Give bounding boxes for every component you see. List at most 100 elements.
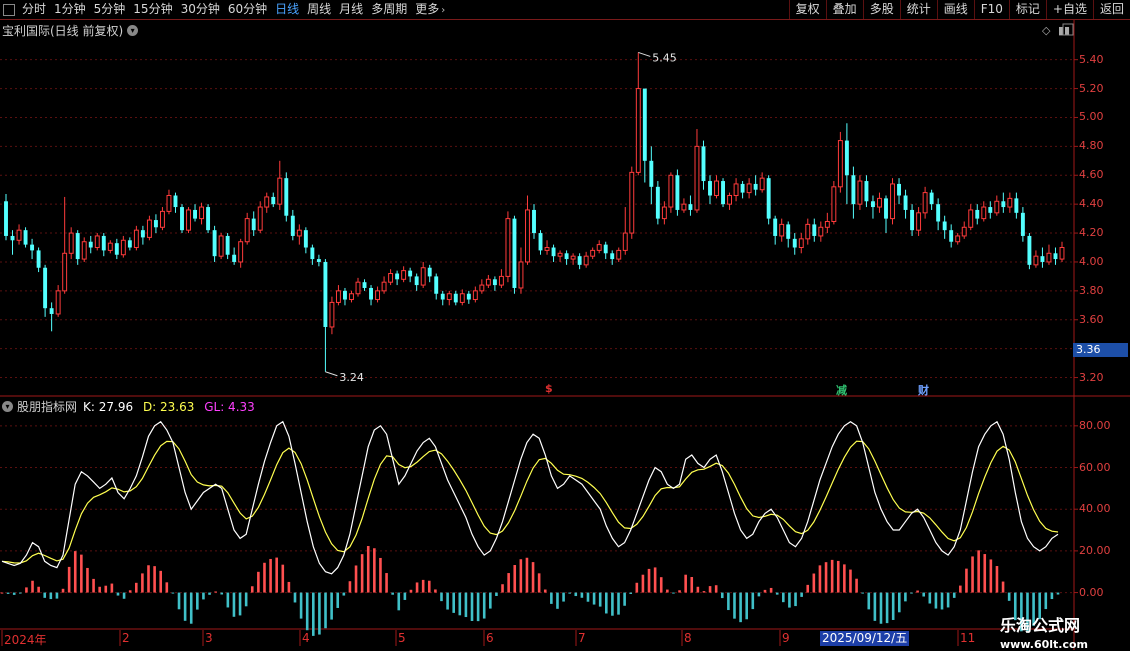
histogram-bar — [336, 592, 340, 608]
candle-body-up — [479, 284, 485, 292]
histogram-bar — [25, 587, 28, 593]
histogram-bar — [391, 592, 394, 595]
candle-body-down — [440, 293, 445, 300]
histogram-bar — [134, 582, 138, 593]
candle-body-down — [23, 230, 28, 245]
histogram-bar — [1056, 592, 1060, 595]
candle-body-up — [877, 197, 882, 208]
candle-body-up — [629, 171, 635, 234]
candle-body-up — [525, 209, 530, 263]
histogram-bar — [922, 592, 926, 597]
histogram-bar — [489, 592, 492, 609]
event-dividend[interactable]: $ — [545, 382, 553, 395]
candle-body-down — [577, 256, 582, 265]
histogram-bar — [788, 592, 791, 608]
histogram-bar — [189, 592, 193, 624]
candle-body-down — [949, 230, 954, 242]
histogram-bar — [80, 554, 83, 593]
candle-body-up — [1033, 255, 1039, 266]
candle-body-down — [101, 235, 106, 251]
event-finance[interactable]: 财 — [918, 382, 929, 398]
candle-body-up — [401, 270, 407, 280]
histogram-bar — [910, 592, 913, 594]
histogram-bar — [556, 592, 559, 609]
candle-body-up — [277, 177, 283, 205]
histogram-bar — [684, 574, 687, 593]
candle-body-down — [408, 270, 413, 277]
candle-body-up — [264, 196, 270, 208]
candle-body-up — [714, 180, 719, 196]
histogram-bar — [598, 592, 602, 607]
d-line — [1, 440, 1059, 564]
candle-body-down — [180, 207, 184, 231]
expand-box — [1062, 23, 1074, 36]
histogram-bar — [635, 582, 639, 593]
candle-body-up — [55, 290, 61, 315]
candle-body-up — [244, 218, 250, 243]
candle-body-down — [466, 293, 471, 300]
candle-body-down — [290, 215, 295, 236]
price-tick-label: 4.60 — [1079, 168, 1104, 182]
candle-body-up — [759, 177, 765, 191]
indicator-tick-label: 80.00 — [1079, 418, 1111, 432]
candle-body-up — [335, 290, 341, 303]
histogram-bar — [855, 578, 858, 593]
histogram-bar — [562, 592, 565, 602]
candle-body-down — [1027, 235, 1032, 265]
histogram-bar — [141, 573, 144, 593]
candle-body-down — [688, 204, 693, 210]
price-tick-label: 5.40 — [1079, 52, 1104, 66]
candle-body-up — [186, 209, 191, 231]
histogram-bar — [220, 592, 224, 595]
histogram-bar — [733, 592, 736, 619]
candle-body-up — [1007, 197, 1013, 208]
histogram-bar — [861, 592, 864, 594]
candle-body-down — [897, 183, 901, 196]
histogram-bar — [574, 592, 578, 597]
histogram-bar — [379, 557, 382, 593]
histogram-bar — [275, 557, 278, 593]
histogram-bar — [897, 592, 901, 613]
histogram-bar — [373, 548, 376, 593]
price-tick-label: 3.80 — [1079, 283, 1104, 297]
candle-body-down — [114, 243, 119, 255]
histogram-bar — [43, 592, 47, 598]
histogram-bar — [995, 566, 999, 593]
candle-body-up — [498, 275, 504, 286]
candle-body-up — [1059, 247, 1065, 260]
candle-body-down — [271, 196, 276, 205]
candle-body-down — [603, 244, 608, 254]
price-tick-label: 5.20 — [1079, 81, 1104, 95]
histogram-bar — [696, 586, 700, 593]
candle-body-up — [955, 235, 961, 243]
histogram-bar — [330, 592, 333, 620]
histogram-bar — [891, 592, 895, 620]
candle-body-down — [10, 235, 15, 241]
candle-body-up — [329, 301, 335, 328]
histogram-bar — [836, 560, 840, 593]
histogram-bar — [232, 592, 236, 617]
candle-body-down — [4, 201, 8, 236]
candle-body-down — [206, 207, 211, 231]
candle-body-down — [369, 287, 373, 300]
current-price-tag: 3.36 — [1073, 343, 1128, 357]
candle-body-up — [681, 203, 687, 211]
histogram-bar — [806, 584, 810, 593]
histogram-bar — [147, 565, 150, 593]
candle-body-up — [668, 174, 674, 208]
candle-body-down — [792, 238, 797, 248]
candle-body-down — [1053, 253, 1058, 260]
candle-body-up — [505, 218, 511, 277]
candle-body-down — [701, 146, 706, 182]
event-reduce[interactable]: 减 — [836, 382, 847, 398]
histogram-bar — [6, 592, 10, 594]
candle-body-up — [798, 238, 804, 249]
candle-body-down — [649, 160, 654, 187]
candle-body-down — [1001, 201, 1006, 208]
candle-body-up — [349, 293, 354, 301]
candle-body-down — [1040, 256, 1045, 262]
histogram-bar — [470, 592, 474, 621]
candle-body-down — [551, 247, 556, 257]
candle-body-up — [62, 252, 68, 292]
candle-body-down — [492, 279, 497, 286]
